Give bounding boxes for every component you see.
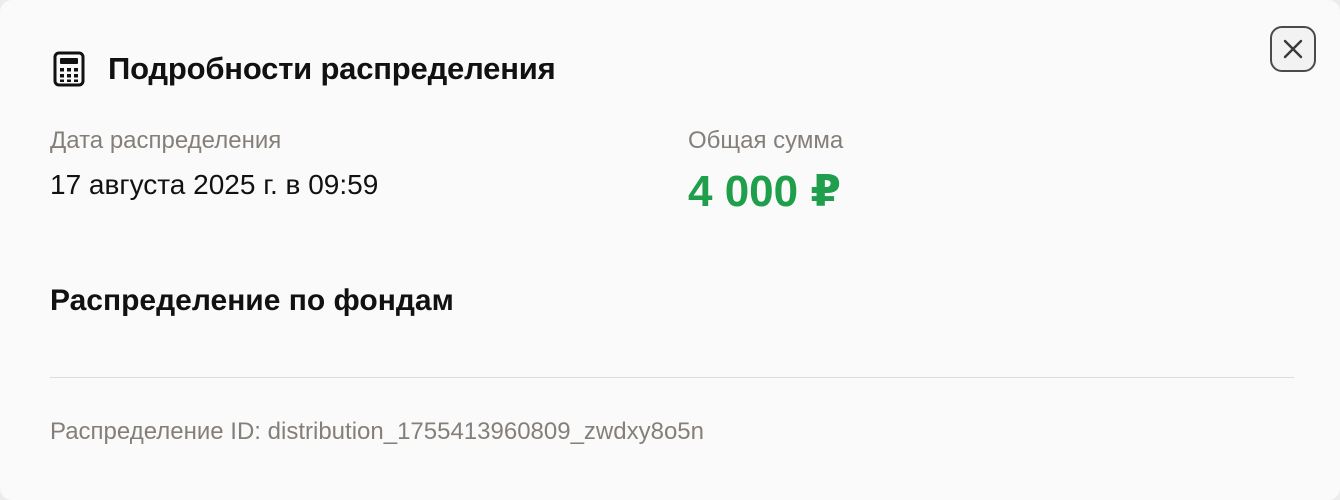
total-amount-label: Общая сумма <box>688 127 844 154</box>
close-button[interactable] <box>1270 26 1316 72</box>
distribution-date-label: Дата распределения <box>50 127 282 154</box>
total-amount-value: 4 000 ₽ <box>688 167 841 216</box>
distribution-id-label: Распределение ID: <box>50 418 261 445</box>
distribution-details-dialog: Подробности распределения Дата распредел… <box>0 0 1340 500</box>
dialog-header: Подробности распределения <box>52 50 556 88</box>
distribution-date-value: 17 августа 2025 г. в 09:59 <box>50 169 379 200</box>
divider <box>50 377 1294 378</box>
distribution-id-value: distribution_1755413960809_zwdxy8o5n <box>267 418 705 445</box>
calculator-icon <box>52 50 86 88</box>
close-icon <box>1283 39 1303 59</box>
distribution-id: Распределение ID: distribution_175541396… <box>50 418 704 446</box>
dialog-title: Подробности распределения <box>108 51 556 86</box>
funds-section-title: Распределение по фондам <box>50 284 454 317</box>
